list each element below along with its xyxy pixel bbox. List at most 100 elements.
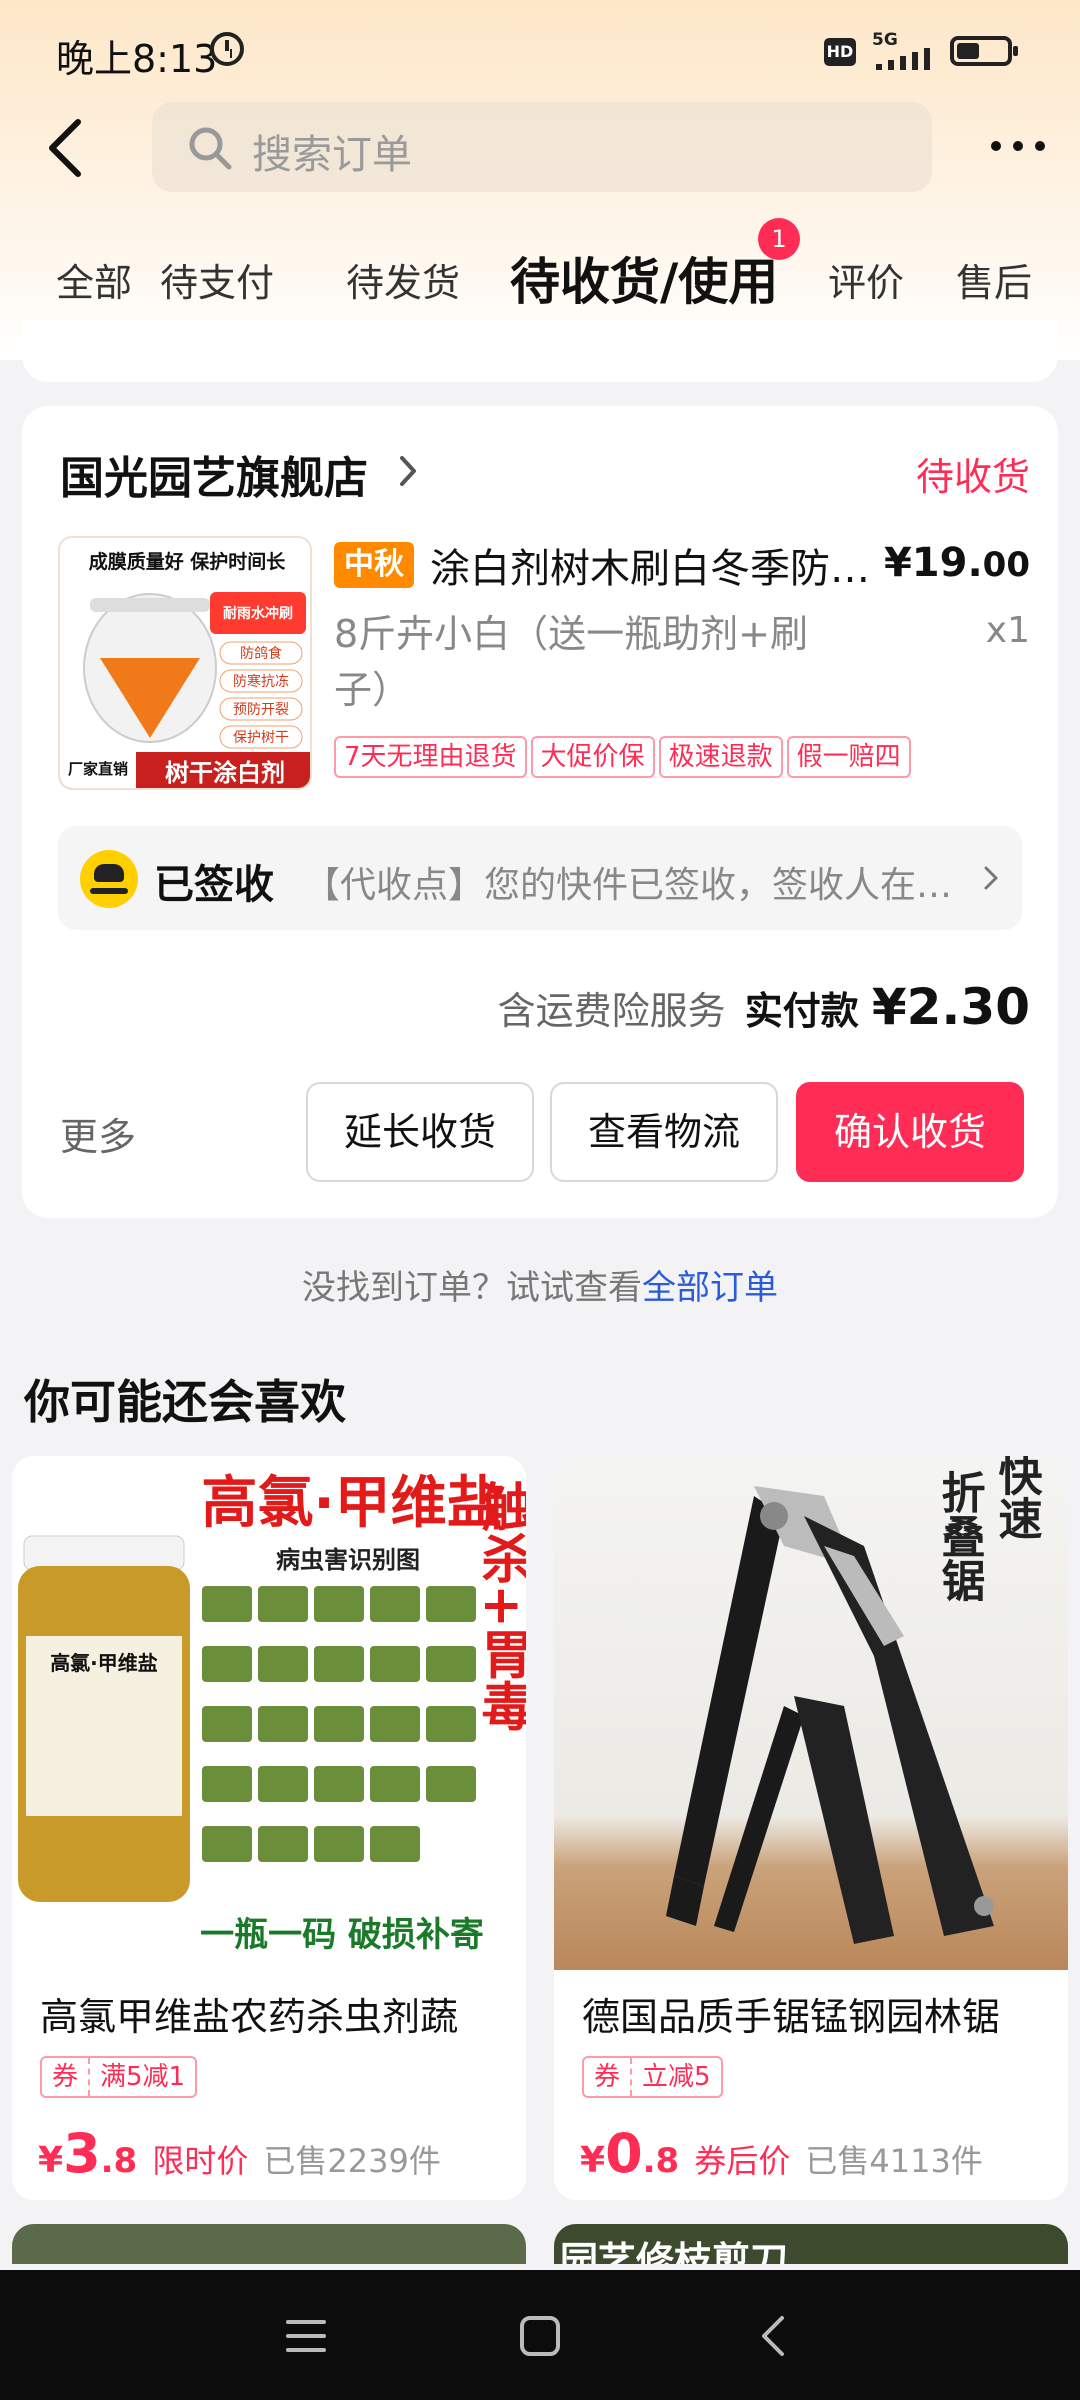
product-price: ¥19.00 xyxy=(884,540,1030,586)
recommend-peek-text: 园艺修枝剪刀 xyxy=(560,2239,789,2264)
price-currency: ¥ xyxy=(38,2140,64,2181)
search-placeholder: 搜索订单 xyxy=(252,132,412,178)
previous-order-card xyxy=(22,320,1058,382)
product-price-main: ¥19. xyxy=(883,540,983,586)
tab-pending-receipt[interactable]: 待收货/使用 xyxy=(510,242,778,314)
back-icon[interactable] xyxy=(752,2314,796,2358)
all-orders-link[interactable]: 全部订单 xyxy=(642,1268,778,1308)
recommend-card-peek[interactable]: 园艺修枝剪刀 xyxy=(554,2224,1068,2264)
product-image-feature-1: 防鸽食 xyxy=(240,645,282,662)
amount-paid-label: 实付款 xyxy=(744,989,859,1033)
product-image-banner: 成膜质量好 保护时间长 xyxy=(89,550,287,573)
more-options-icon[interactable] xyxy=(988,134,1048,158)
price-decimal: .8 xyxy=(100,2141,138,2181)
search-icon xyxy=(189,127,232,170)
amount-paid: ¥2.30 xyxy=(871,978,1030,1036)
rec1-image-bottle-label: 高氯·甲维盐 xyxy=(50,1651,158,1675)
rec1-image-bottom: 一瓶一码 破损补寄 xyxy=(200,1915,484,1955)
coupon-badge: 券满5减1 xyxy=(40,2056,198,2098)
service-tag: 7天无理由退货 xyxy=(334,736,527,778)
system-navigation-bar xyxy=(0,2270,1080,2400)
price-decimal: .8 xyxy=(642,2141,680,2181)
tab-review[interactable]: 评价 xyxy=(828,252,904,307)
coupon-badge: 券立减5 xyxy=(582,2056,723,2098)
price-integer: 0 xyxy=(605,2122,643,2185)
product-image-stamp: 耐雨水冲刷 xyxy=(223,605,293,622)
price-label: 限时价 xyxy=(152,2142,249,2180)
tab-all[interactable]: 全部 xyxy=(56,252,132,307)
confirm-receipt-button[interactable]: 确认收货 xyxy=(796,1082,1024,1182)
rec1-image-headline: 高氯·甲维盐 xyxy=(201,1471,502,1536)
coupon-badge-text: 立减5 xyxy=(642,2062,711,2092)
tab-badge: 1 xyxy=(758,218,800,260)
battery-icon xyxy=(950,36,1018,66)
rec2-image-side-b: 快速 xyxy=(991,1456,1043,1540)
coupon-badge-label: 券 xyxy=(584,2058,633,2096)
tab-pending-payment[interactable]: 待支付 xyxy=(160,252,274,307)
hd-badge: HD xyxy=(824,38,856,66)
product-quantity: x1 xyxy=(985,610,1030,651)
product-variant: 8斤卉小白（送一瓶助剂+刷子） xyxy=(334,612,809,712)
extend-receipt-button[interactable]: 延长收货 xyxy=(306,1082,534,1182)
back-arrow-icon[interactable] xyxy=(42,118,92,178)
price-currency: ¥ xyxy=(580,2140,606,2181)
product-image-corner: 厂家直销 xyxy=(68,760,128,778)
signal-icon xyxy=(876,48,930,70)
not-found-hint: 没找到订单？试试查看全部订单 xyxy=(0,1260,1080,1309)
coupon-badge-text: 满5减1 xyxy=(100,2062,186,2092)
rec2-image-side-a: 折叠锯 xyxy=(934,1470,986,1602)
service-tag: 极速退款 xyxy=(658,736,783,778)
more-actions-link[interactable]: 更多 xyxy=(60,1106,136,1161)
status-bar: 晚上8:13 HD 5G xyxy=(0,0,1080,100)
payment-summary: 含运费险服务 实付款 ¥2.30 xyxy=(498,978,1030,1036)
service-tag: 大促价保 xyxy=(530,736,655,778)
promo-tag: 中秋 xyxy=(334,542,414,588)
rec1-image-sub: 病虫害识别图 xyxy=(276,1546,420,1574)
chevron-right-icon xyxy=(984,866,998,890)
sold-count: 已售4113件 xyxy=(805,2142,983,2180)
logistics-status: 已签收 xyxy=(154,862,274,908)
shop-name[interactable]: 国光园艺旗舰店 xyxy=(60,442,368,506)
logistics-detail: 【代收点】您的快件已签收，签收人在【菜鸟驿站】 xyxy=(304,865,974,906)
sold-count: 已售2239件 xyxy=(263,2142,441,2180)
recommend-price-row: ¥3.8 限时价 已售2239件 xyxy=(38,2122,441,2185)
product-title[interactable]: 涂白剂树木刷白冬季防冻防虫 xyxy=(430,536,870,594)
product-image-bottom: 树干涂白剂 xyxy=(165,759,285,787)
search-input[interactable]: 搜索订单 xyxy=(152,102,932,192)
product-image-feature-2: 防寒抗冻 xyxy=(233,673,289,690)
recommend-card[interactable]: 折叠锯 快速 德国品质手锯锰钢园林锯 券立减5 ¥0.8 券后价 已售4113件 xyxy=(554,1456,1068,2200)
product-image-feature-3: 预防开裂 xyxy=(233,702,289,718)
recommend-product-title[interactable]: 德国品质手锯锰钢园林锯 xyxy=(582,1986,1052,2041)
recommend-product-image[interactable]: 高氯·甲维盐 病虫害识别图 高氯·甲维盐 触杀+胃毒 一瓶一码 破损补寄 xyxy=(12,1456,526,1970)
courier-logo-icon xyxy=(80,850,138,908)
network-type: 5G xyxy=(872,30,898,50)
recommend-section-title: 你可能还会喜欢 xyxy=(24,1375,346,1429)
shipping-insurance-label: 含运费险服务 xyxy=(497,989,726,1033)
recommend-card[interactable]: 高氯·甲维盐 病虫害识别图 高氯·甲维盐 触杀+胃毒 一瓶一码 破损补寄 高氯甲… xyxy=(12,1456,526,2200)
order-card[interactable]: 国光园艺旗舰店 待收货 成膜质量好 保护时间长 耐雨水冲刷 防鸽食 防寒抗冻 预… xyxy=(22,406,1058,1218)
product-price-cents: 00 xyxy=(982,545,1030,585)
home-icon[interactable] xyxy=(518,2314,562,2358)
recommend-price-row: ¥0.8 券后价 已售4113件 xyxy=(580,2122,983,2185)
view-logistics-button[interactable]: 查看物流 xyxy=(550,1082,778,1182)
alarm-clock-icon xyxy=(210,32,244,66)
not-found-text: 没找到订单？试试查看 xyxy=(302,1268,642,1308)
status-time: 晚上8:13 xyxy=(56,37,218,81)
price-integer: 3 xyxy=(63,2122,101,2185)
order-status: 待收货 xyxy=(915,455,1030,499)
rec1-image-side: 触杀+胃毒 xyxy=(472,1480,526,1732)
coupon-badge-label: 券 xyxy=(42,2058,91,2096)
product-image-feature-4: 保护树干 xyxy=(233,730,289,746)
tab-pending-shipment[interactable]: 待发货 xyxy=(346,252,460,307)
service-tag: 假一赔四 xyxy=(786,736,911,778)
price-label: 券后价 xyxy=(694,2142,791,2180)
chevron-right-icon[interactable] xyxy=(396,454,420,488)
menu-icon[interactable] xyxy=(284,2314,328,2358)
recommend-card-peek[interactable] xyxy=(12,2224,526,2264)
tab-after-sales[interactable]: 售后 xyxy=(956,252,1032,307)
product-image[interactable]: 成膜质量好 保护时间长 耐雨水冲刷 防鸽食 防寒抗冻 预防开裂 保护树干 厂家直… xyxy=(58,536,312,790)
logistics-summary[interactable]: 已签收 【代收点】您的快件已签收，签收人在【菜鸟驿站】 xyxy=(58,826,1022,930)
service-tags: 7天无理由退货 大促价保 极速退款 假一赔四 xyxy=(334,736,915,778)
recommend-product-title[interactable]: 高氯甲维盐农药杀虫剂蔬 xyxy=(40,1986,510,2041)
recommend-product-image[interactable]: 折叠锯 快速 xyxy=(554,1456,1068,1970)
